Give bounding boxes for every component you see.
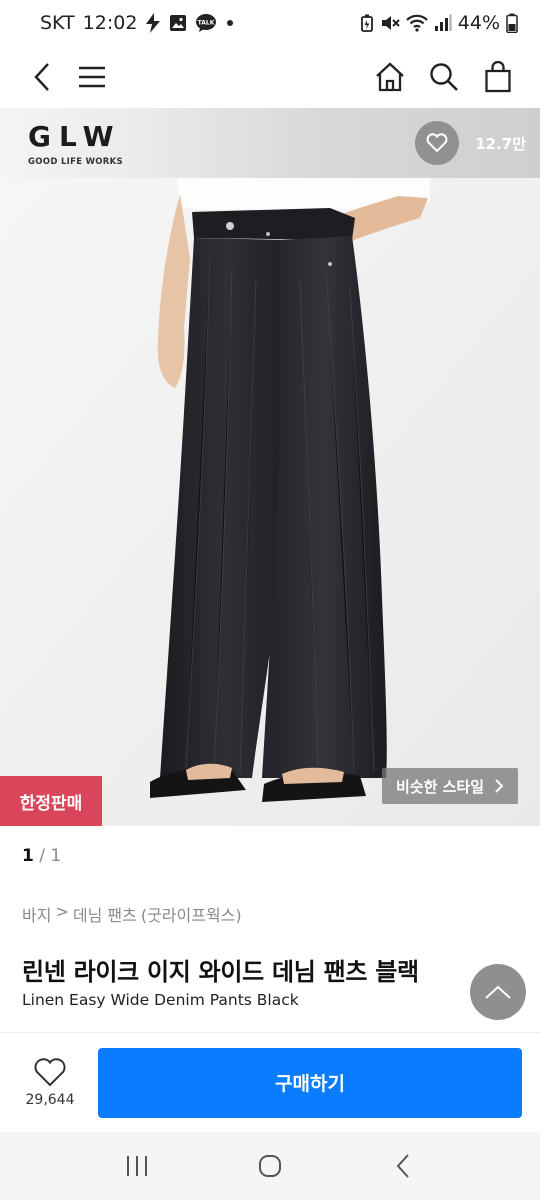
dot-icon xyxy=(225,18,235,28)
svg-text:TALK: TALK xyxy=(198,20,215,27)
breadcrumb-item-brand[interactable]: (굿라이프웍스) xyxy=(141,902,242,926)
buy-button[interactable]: 구매하기 xyxy=(98,1047,522,1118)
product-title-english: Linen Easy Wide Denim Pants Black xyxy=(22,991,299,1009)
breadcrumb: 바지 > 데님 팬츠 (굿라이프웍스) xyxy=(22,902,242,926)
recents-icon xyxy=(126,1156,147,1176)
brand-subtitle: GOOD LIFE WORKS xyxy=(28,156,123,167)
home-button[interactable] xyxy=(368,55,412,99)
image-pager: 1 / 1 xyxy=(22,846,61,866)
chevron-right-icon xyxy=(495,779,504,793)
pager-total: 1 xyxy=(50,846,62,866)
home-nav-button[interactable] xyxy=(245,1141,295,1191)
status-right: 44% xyxy=(360,12,518,34)
nav-right xyxy=(368,55,520,99)
scroll-top-button[interactable] xyxy=(470,964,526,1020)
menu-icon xyxy=(79,66,105,88)
search-button[interactable] xyxy=(422,55,466,99)
recents-button[interactable] xyxy=(112,1141,162,1191)
back-button[interactable] xyxy=(20,55,64,99)
brand-strip: GLW GOOD LIFE WORKS 12.7만 xyxy=(0,108,540,178)
brand-like: 12.7만 xyxy=(415,121,526,165)
chevron-up-icon xyxy=(485,985,511,999)
cart-button[interactable] xyxy=(476,55,520,99)
battery-percent: 44% xyxy=(457,12,500,34)
battery-icon xyxy=(506,13,518,33)
battery-saver-icon xyxy=(360,14,374,32)
top-nav xyxy=(0,46,540,108)
heart-icon xyxy=(426,133,448,153)
carrier: SKT xyxy=(40,12,75,34)
mute-icon xyxy=(380,14,400,32)
wifi-icon xyxy=(405,14,428,32)
search-icon xyxy=(430,63,458,91)
back-icon xyxy=(34,63,49,91)
back-chevron-icon xyxy=(396,1154,410,1178)
home-circle-icon xyxy=(258,1155,281,1177)
talk-icon: TALK xyxy=(195,13,217,33)
similar-style-label: 비슷한 스타일 xyxy=(395,777,484,796)
brand-name: GLW xyxy=(28,119,122,153)
product-photo xyxy=(0,178,540,826)
limited-sale-badge: 한정판매 xyxy=(0,776,102,826)
product-title-korean: 린넨 라이크 이지 와이드 데님 팬츠 블랙 xyxy=(22,958,419,986)
status-bar: SKT 12:02 TALK 44% xyxy=(0,0,540,46)
wishlist-count: 29,644 xyxy=(25,1091,75,1108)
purchase-action-bar: 29,644 구매하기 xyxy=(0,1032,540,1132)
breadcrumb-separator: > xyxy=(55,902,69,921)
clock: 12:02 xyxy=(82,12,138,34)
wishlist-button[interactable]: 29,644 xyxy=(22,1057,78,1108)
pager-current: 1 xyxy=(22,846,34,866)
back-nav-button[interactable] xyxy=(378,1141,428,1191)
android-nav-bar xyxy=(0,1132,540,1200)
flash-icon xyxy=(145,13,161,33)
home-icon xyxy=(376,62,404,92)
cart-icon xyxy=(485,61,511,93)
signal-icon xyxy=(434,14,452,32)
brand-like-count: 12.7만 xyxy=(475,134,526,153)
gallery-icon xyxy=(169,14,187,32)
heart-outline-icon xyxy=(34,1057,66,1086)
pager-separator: / xyxy=(33,846,51,866)
breadcrumb-item-pants[interactable]: 바지 xyxy=(22,902,51,926)
product-image[interactable]: 한정판매 비슷한 스타일 xyxy=(0,178,540,826)
menu-button[interactable] xyxy=(70,55,114,99)
brand-like-button[interactable] xyxy=(415,121,460,165)
similar-style-button[interactable]: 비슷한 스타일 xyxy=(381,768,518,804)
status-left: SKT 12:02 TALK xyxy=(40,12,235,34)
brand-logo[interactable]: GLW GOOD LIFE WORKS xyxy=(28,120,123,167)
breadcrumb-item-denim[interactable]: 데님 팬츠 xyxy=(73,902,137,926)
